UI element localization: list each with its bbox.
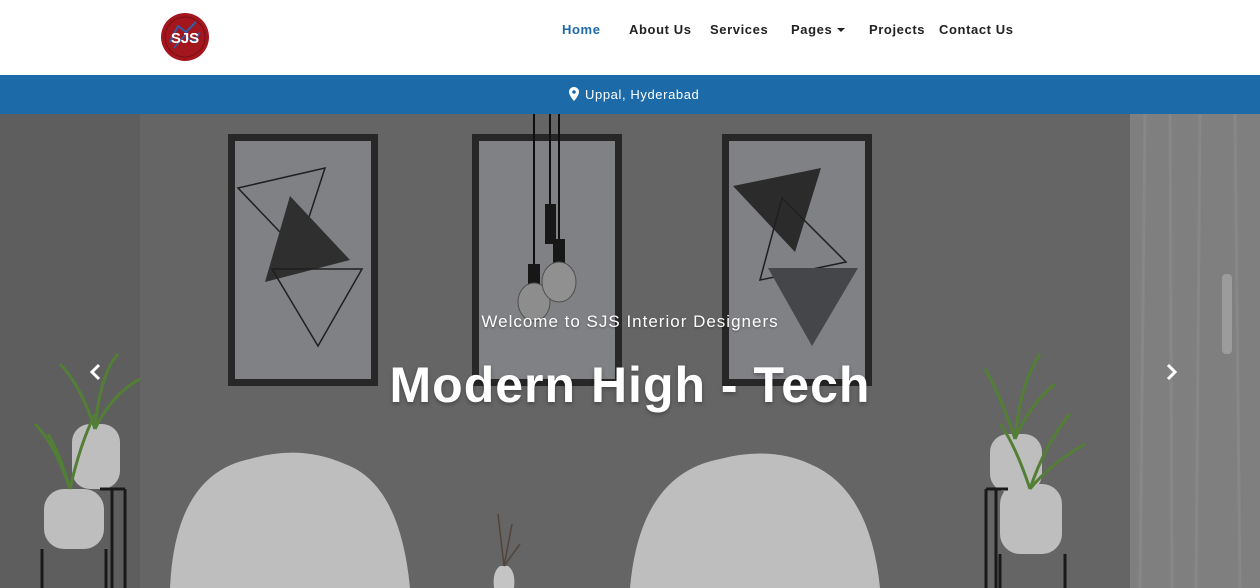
location-bar: Uppal, Hyderabad bbox=[0, 75, 1260, 114]
map-marker-icon bbox=[569, 87, 579, 101]
location-text: Uppal, Hyderabad bbox=[585, 87, 700, 102]
hero-slider: Welcome to SJS Interior Designers Modern… bbox=[0, 114, 1260, 588]
nav-projects[interactable]: Projects bbox=[869, 22, 925, 38]
hero-title: Modern High - Tech bbox=[389, 357, 871, 413]
nav-contact-us[interactable]: Contact Us bbox=[939, 22, 1014, 38]
hero-subtitle: Welcome to SJS Interior Designers bbox=[481, 312, 779, 331]
chevron-left-icon bbox=[89, 363, 101, 381]
hero-background-image bbox=[0, 114, 1260, 588]
site-header: SJS Home About Us Services Pages Project… bbox=[0, 0, 1260, 75]
slider-next-button[interactable] bbox=[1161, 362, 1181, 382]
nav-home[interactable]: Home bbox=[562, 22, 601, 38]
chevron-right-icon bbox=[1166, 363, 1178, 381]
nav-pages-dropdown[interactable]: Pages bbox=[791, 22, 846, 38]
main-nav: Home About Us Services Pages Projects Co… bbox=[0, 22, 1260, 40]
nav-pages-label: Pages bbox=[791, 22, 833, 37]
nav-services[interactable]: Services bbox=[710, 22, 768, 38]
caret-down-icon bbox=[837, 28, 846, 32]
slider-prev-button[interactable] bbox=[86, 362, 106, 382]
nav-about-us[interactable]: About Us bbox=[629, 22, 692, 38]
location-info: Uppal, Hyderabad bbox=[569, 87, 699, 103]
